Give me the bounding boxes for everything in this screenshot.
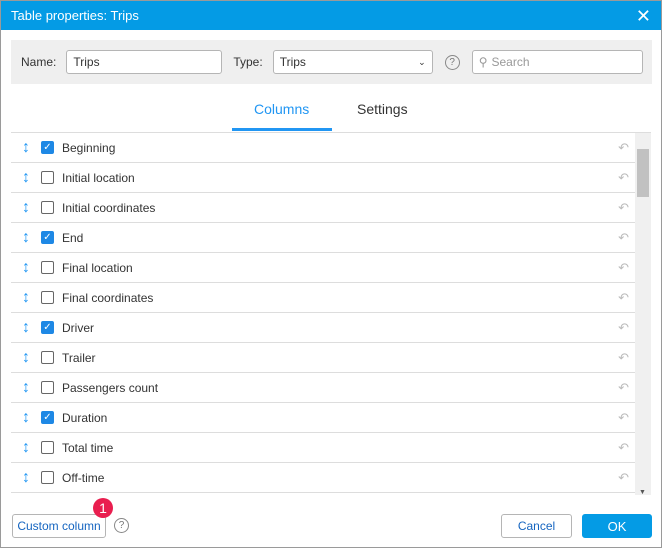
type-select[interactable]: Trips ⌄ — [272, 50, 433, 74]
columns-list: ▼ ↕ ✓ Beginning ↶ ↕ Initial location ↶ ↕ Initial… — [11, 132, 651, 495]
drag-handle-icon[interactable]: ↕ — [11, 259, 41, 277]
drag-handle-icon[interactable]: ↕ — [11, 229, 41, 247]
column-label: End — [62, 230, 84, 245]
column-row[interactable]: ↕ Final coordinates ↶ — [11, 283, 635, 313]
reset-icon[interactable]: ↶ — [618, 320, 629, 336]
column-row[interactable]: ↕ ✓ Driver ↶ — [11, 313, 635, 343]
reset-icon[interactable]: ↶ — [618, 470, 629, 486]
dialog-title: Table properties: Trips — [11, 8, 139, 23]
column-checkbox[interactable]: ✓ — [41, 411, 54, 424]
dialog-header: Table properties: Trips ✕ — [1, 1, 661, 30]
column-checkbox[interactable] — [41, 471, 54, 484]
drag-handle-icon[interactable]: ↕ — [11, 409, 41, 427]
drag-handle-icon[interactable]: ↕ — [11, 469, 41, 487]
column-checkbox[interactable] — [41, 171, 54, 184]
reset-icon[interactable]: ↶ — [618, 380, 629, 396]
reset-icon[interactable]: ↶ — [618, 260, 629, 276]
reset-icon[interactable]: ↶ — [618, 230, 629, 246]
tab-columns[interactable]: Columns — [254, 101, 309, 117]
name-input[interactable]: Trips — [66, 50, 223, 74]
column-label: Driver — [62, 320, 94, 335]
column-checkbox[interactable] — [41, 441, 54, 454]
column-row[interactable]: ↕ ✓ Beginning ↶ — [11, 133, 635, 163]
column-row[interactable]: ↕ Passengers count ↶ — [11, 373, 635, 403]
column-row[interactable]: ↕ Final location ↶ — [11, 253, 635, 283]
search-input[interactable]: ⚲ Search — [471, 50, 643, 74]
drag-handle-icon[interactable]: ↕ — [11, 379, 41, 397]
reset-icon[interactable]: ↶ — [618, 350, 629, 366]
column-label: Initial coordinates — [62, 200, 156, 215]
name-label: Name: — [21, 55, 57, 69]
reset-icon[interactable]: ↶ — [618, 410, 629, 426]
close-icon[interactable]: ✕ — [636, 6, 651, 27]
reset-icon[interactable]: ↶ — [618, 170, 629, 186]
column-checkbox[interactable] — [41, 291, 54, 304]
column-label: Final coordinates — [62, 290, 154, 305]
column-checkbox[interactable]: ✓ — [41, 321, 54, 334]
search-icon: ⚲ — [478, 55, 488, 69]
column-row[interactable]: ↕ Trailer ↶ — [11, 343, 635, 373]
column-label: Duration — [62, 410, 108, 425]
column-label: Initial location — [62, 170, 135, 185]
reset-icon[interactable]: ↶ — [618, 200, 629, 216]
column-row[interactable]: ↕ Initial coordinates ↶ — [11, 193, 635, 223]
table-properties-dialog: Table properties: Trips ✕ Name: Trips Ty… — [0, 0, 662, 548]
cancel-button[interactable]: Cancel — [501, 514, 572, 538]
column-checkbox[interactable] — [41, 261, 54, 274]
type-value: Trips — [279, 55, 306, 69]
column-checkbox[interactable] — [41, 351, 54, 364]
active-tab-indicator — [232, 128, 332, 131]
column-row[interactable]: ↕ Total time ↶ — [11, 433, 635, 463]
tabs: Columns Settings — [1, 91, 662, 131]
search-placeholder: Search — [491, 55, 530, 69]
column-row[interactable]: ↕ ✓ Duration ↶ — [11, 403, 635, 433]
scrollbar-thumb[interactable] — [637, 149, 649, 197]
notification-badge: 1 — [93, 498, 113, 518]
drag-handle-icon[interactable]: ↕ — [11, 349, 41, 367]
reset-icon[interactable]: ↶ — [618, 140, 629, 156]
column-checkbox[interactable] — [41, 201, 54, 214]
scroll-down-icon[interactable]: ▼ — [639, 489, 646, 495]
ok-button[interactable]: OK — [582, 514, 652, 538]
column-label: Total time — [62, 440, 114, 455]
drag-handle-icon[interactable]: ↕ — [11, 169, 41, 187]
scrollbar[interactable]: ▼ — [635, 133, 651, 495]
column-label: Final location — [62, 260, 133, 275]
filter-bar: Name: Trips Type: Trips ⌄ ? ⚲ Search — [11, 40, 652, 84]
column-label: Off-time — [62, 470, 105, 485]
column-checkbox[interactable] — [41, 381, 54, 394]
drag-handle-icon[interactable]: ↕ — [11, 139, 41, 157]
column-label: Trailer — [62, 350, 96, 365]
custom-column-button[interactable]: Custom column — [12, 514, 106, 538]
help-icon[interactable]: ? — [444, 54, 460, 70]
column-checkbox[interactable]: ✓ — [41, 141, 54, 154]
column-checkbox[interactable]: ✓ — [41, 231, 54, 244]
help-icon[interactable]: ? — [114, 518, 129, 533]
chevron-down-icon: ⌄ — [418, 56, 426, 67]
reset-icon[interactable]: ↶ — [618, 290, 629, 306]
reset-icon[interactable]: ↶ — [618, 440, 629, 456]
drag-handle-icon[interactable]: ↕ — [11, 289, 41, 307]
column-label: Passengers count — [62, 380, 159, 395]
column-row[interactable]: ↕ ✓ End ↶ — [11, 223, 635, 253]
tab-settings[interactable]: Settings — [357, 101, 408, 117]
column-label: Beginning — [62, 140, 116, 155]
drag-handle-icon[interactable]: ↕ — [11, 319, 41, 337]
type-label: Type: — [233, 55, 263, 69]
drag-handle-icon[interactable]: ↕ — [11, 439, 41, 457]
drag-handle-icon[interactable]: ↕ — [11, 199, 41, 217]
column-row[interactable]: ↕ Initial location ↶ — [11, 163, 635, 193]
column-row[interactable]: ↕ Off-time ↶ — [11, 463, 635, 493]
